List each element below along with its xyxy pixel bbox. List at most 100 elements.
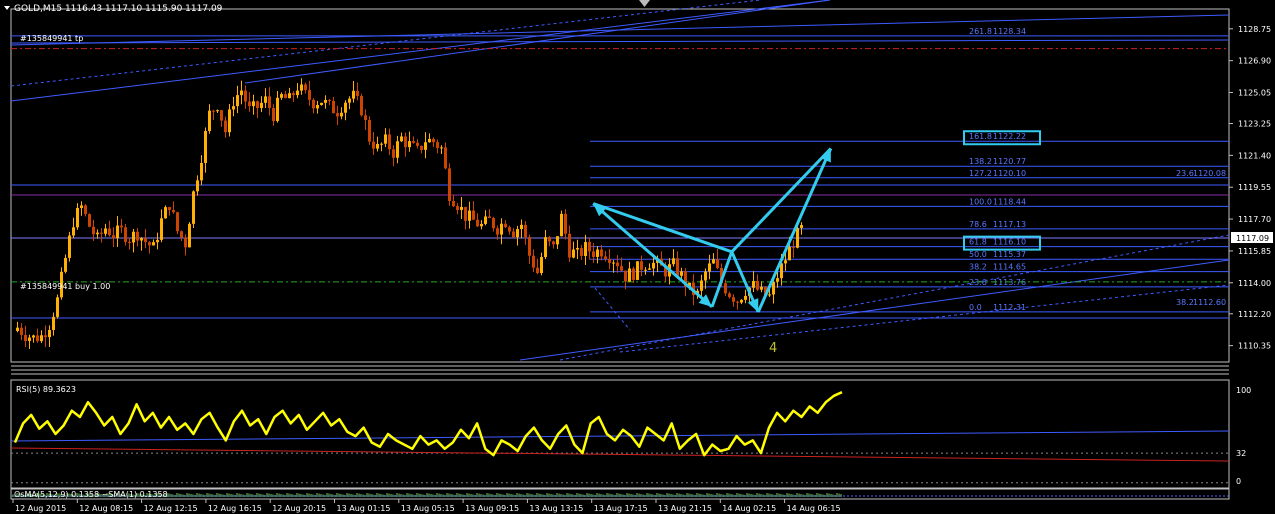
- candle-body: [348, 98, 351, 103]
- candle-body: [352, 90, 355, 99]
- candle-body: [768, 294, 771, 296]
- candle-body: [524, 224, 527, 238]
- candle-body: [312, 99, 315, 109]
- symbol-header: GOLD,M15 1116.43 1117.10 1115.90 1117.09: [14, 4, 223, 14]
- candle-body: [24, 334, 27, 341]
- candle-body: [272, 108, 275, 121]
- candle-body: [156, 239, 159, 243]
- trading-chart[interactable]: 261.8 1128.34 161.8 1122.22 138.2 1120.77127.…: [0, 0, 1275, 514]
- candle-body: [176, 212, 179, 232]
- candle-body: [644, 269, 647, 271]
- candle-body: [36, 335, 39, 342]
- candle-body: [16, 327, 19, 332]
- candle-body: [28, 337, 31, 341]
- candle-body: [184, 237, 187, 248]
- candle-body: [428, 138, 431, 143]
- candle-body: [212, 110, 215, 112]
- candle-body: [752, 280, 755, 288]
- candle-body: [712, 259, 715, 264]
- candle-body: [284, 94, 287, 99]
- candle-body: [308, 89, 311, 100]
- x-tick-label: 13 Aug 13:15: [529, 504, 583, 513]
- candle-body: [632, 268, 635, 280]
- x-tick-label: 13 Aug 05:15: [401, 504, 455, 513]
- candle-body: [296, 90, 299, 96]
- x-tick-label: 13 Aug 21:15: [658, 504, 712, 513]
- candle-body: [344, 102, 347, 113]
- candle-body: [496, 228, 499, 235]
- candle-body: [152, 242, 155, 246]
- candle-body: [224, 120, 227, 133]
- candle-body: [512, 231, 515, 238]
- candle-body: [40, 335, 43, 342]
- candle-body: [316, 104, 319, 109]
- candle-body: [544, 237, 547, 258]
- candle-body: [672, 258, 675, 265]
- candle-body: [232, 106, 235, 110]
- x-tick-label: 14 Aug 02:15: [722, 504, 776, 513]
- candle-body: [196, 180, 199, 192]
- candle-body: [268, 96, 271, 109]
- rsi-tick-label: 100: [1236, 386, 1251, 395]
- candle-body: [32, 335, 35, 338]
- candle-body: [376, 143, 379, 149]
- candle-body: [100, 232, 103, 234]
- candle-body: [652, 262, 655, 269]
- candle-body: [456, 206, 459, 210]
- fib-extra-price: 1112.60: [1193, 298, 1226, 307]
- candle-body: [260, 102, 263, 109]
- candle-body: [320, 102, 323, 105]
- candle-body: [800, 224, 803, 228]
- candle-body: [180, 231, 183, 238]
- candle-body: [796, 227, 799, 248]
- candle-body: [208, 110, 211, 132]
- candle-body: [608, 259, 611, 263]
- candle-body: [252, 101, 255, 107]
- candle-body: [436, 142, 439, 148]
- rsi-tick-label: 0: [1236, 477, 1241, 486]
- candle-body: [648, 268, 651, 270]
- fib-level-price: 1112.31: [993, 303, 1026, 312]
- candle-body: [256, 101, 259, 109]
- candle-body: [616, 262, 619, 267]
- candle-body: [464, 206, 467, 221]
- candle-body: [732, 297, 735, 302]
- candle-body: [372, 141, 375, 149]
- candle-body: [784, 260, 787, 264]
- candle-body: [756, 280, 759, 290]
- candle-body: [640, 261, 643, 270]
- fib-extra-label: 23.6: [1176, 169, 1194, 178]
- candle-body: [244, 90, 247, 102]
- candle-body: [104, 228, 107, 234]
- candle-body: [704, 271, 707, 281]
- current-price-tag: 1117.09: [1231, 232, 1273, 243]
- candle-body: [740, 299, 743, 303]
- candle-body: [336, 113, 339, 117]
- candle-body: [564, 213, 567, 234]
- candle-body: [144, 238, 147, 243]
- candle-body: [236, 95, 239, 107]
- candle-body: [532, 255, 535, 268]
- candle-body: [724, 283, 727, 294]
- y-tick-label: 1125.05: [1238, 89, 1271, 98]
- candle-body: [88, 214, 91, 227]
- candle-body: [120, 225, 123, 228]
- x-tick-label: 12 Aug 16:15: [208, 504, 262, 513]
- candle-body: [400, 136, 403, 142]
- candle-body: [424, 142, 427, 150]
- candle-body: [368, 120, 371, 142]
- candle-body: [700, 280, 703, 291]
- fib-level-price: 1117.13: [993, 220, 1026, 229]
- candle-body: [112, 235, 115, 239]
- candle-body: [792, 246, 795, 248]
- candle-body: [220, 110, 223, 121]
- candle-body: [412, 141, 415, 143]
- candle-body: [536, 267, 539, 274]
- candle-body: [476, 219, 479, 227]
- candle-body: [48, 329, 51, 338]
- candle-body: [484, 216, 487, 224]
- candle-body: [620, 266, 623, 271]
- candle-body: [200, 162, 203, 181]
- candle-body: [392, 149, 395, 158]
- candle-body: [580, 248, 583, 256]
